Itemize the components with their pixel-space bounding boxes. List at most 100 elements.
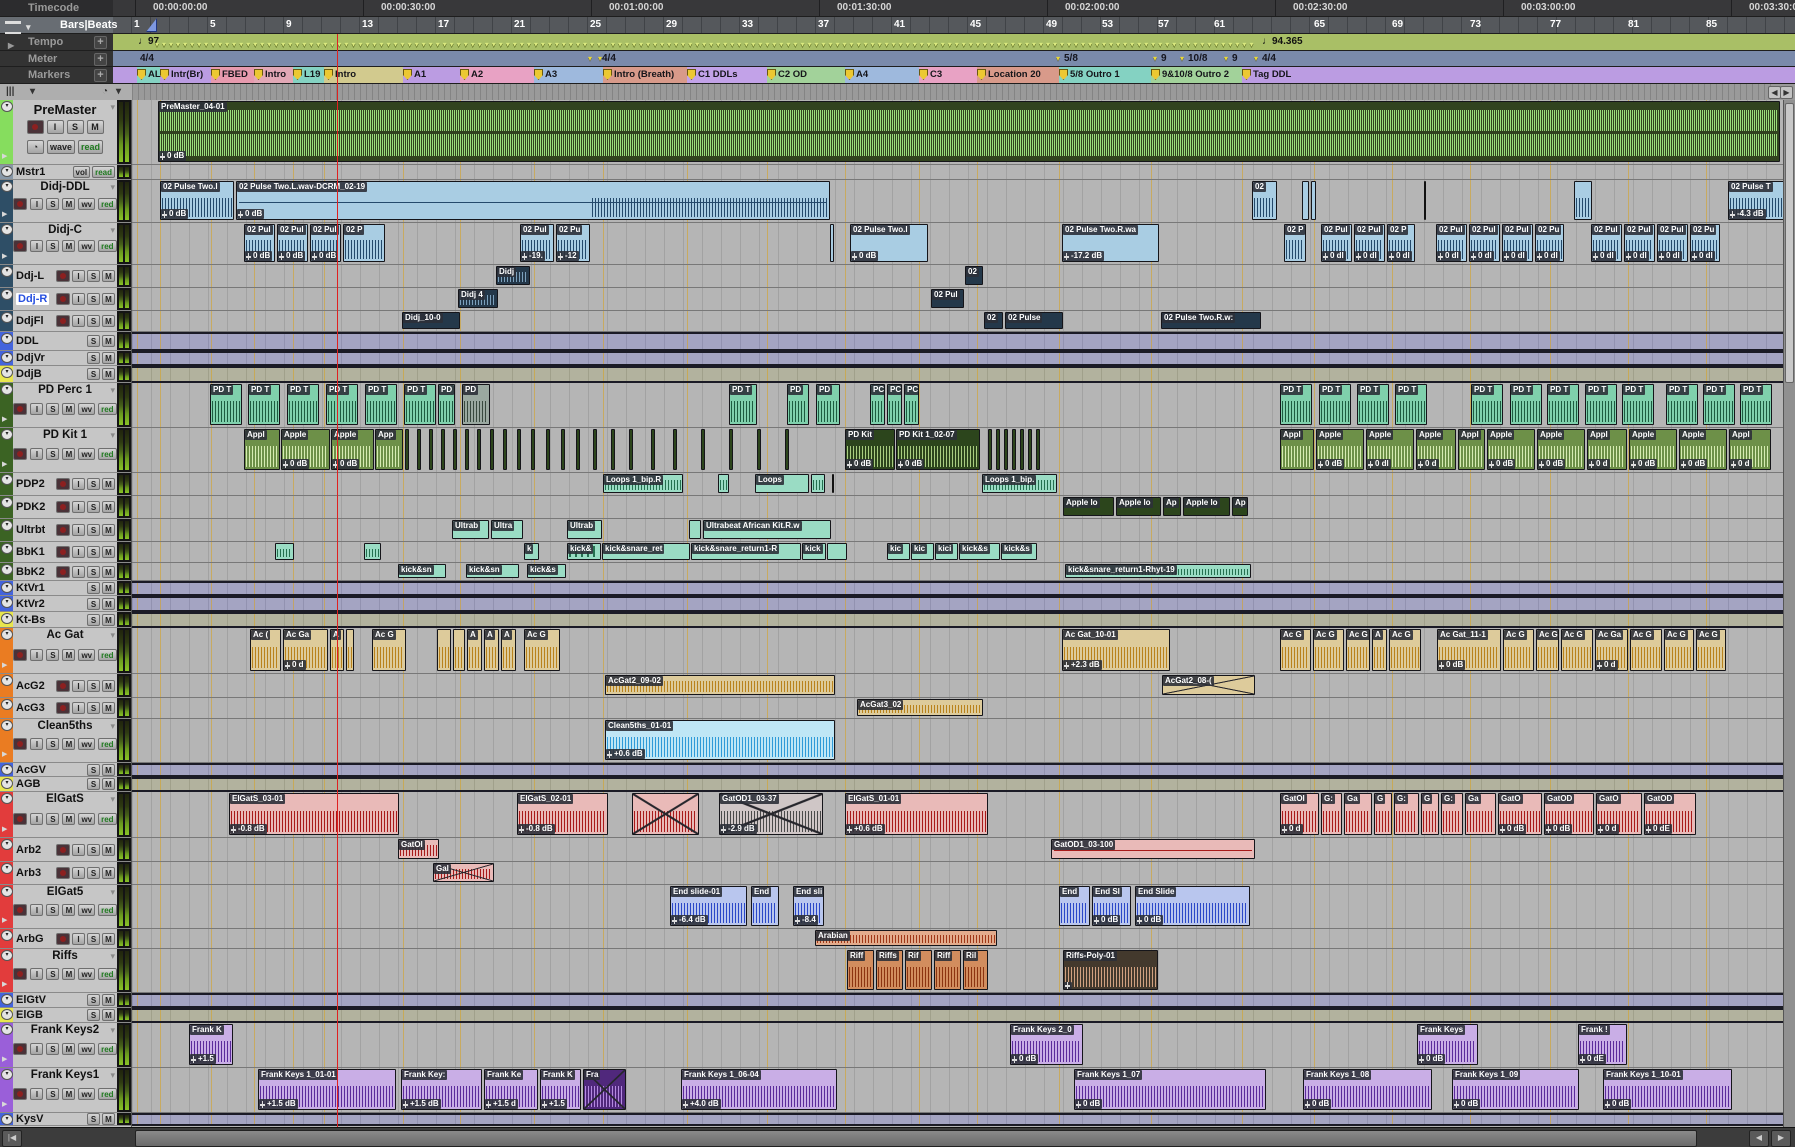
clip-frank-keys[interactable]: Frank Keys0 dB (1417, 1024, 1478, 1065)
solo-button[interactable]: S (87, 680, 100, 692)
clip-apple[interactable]: Apple0 d (1416, 429, 1456, 470)
track-header-ktvr1[interactable]: ▾KtVr1SM (0, 581, 131, 596)
clip-pd-t[interactable]: PD T (729, 384, 757, 425)
record-button[interactable] (56, 546, 70, 558)
waveform-view-button[interactable]: wv (78, 968, 95, 980)
solo-button[interactable]: S (87, 933, 100, 945)
mute-button[interactable]: M (62, 403, 75, 415)
solo-button[interactable]: S (46, 198, 59, 210)
clip-02-pu[interactable]: 02 Pu0 dl (1690, 224, 1720, 262)
track-collapse-icon[interactable]: ▾ (1, 367, 13, 378)
track-header-ddjb[interactable]: ▾DdjBSM (0, 366, 131, 383)
voice-selector-icon[interactable]: ▶ (2, 460, 7, 468)
track-name[interactable]: BbK1 (16, 546, 45, 558)
marker-label[interactable]: C2 OD (778, 69, 807, 80)
clip-pd[interactable]: PD (787, 384, 809, 425)
clip-ac-[interactable]: Ac ( (250, 629, 281, 671)
track-header-frank-keys1[interactable]: ▾▶Frank Keys1▾ISMwvred (0, 1068, 131, 1113)
track-header-bbk2[interactable]: ▾BbK2ISM (0, 563, 131, 581)
clip-elgats-03-01[interactable]: ElGatS_03-01-0.8 dB (229, 793, 399, 835)
automation-read-button[interactable]: read (92, 166, 115, 178)
clip-02-pul[interactable]: 02 Pul0 dB (277, 224, 308, 262)
clip-didj[interactable]: Didj (496, 266, 530, 285)
track-collapse-icon[interactable]: ▾ (1, 429, 13, 440)
record-button[interactable] (13, 968, 27, 980)
clip-pd-t[interactable]: PD T (1622, 384, 1654, 425)
lane-acgv[interactable] (132, 763, 1783, 777)
input-monitor-button[interactable]: I (30, 738, 43, 750)
clip-02-pul[interactable]: 02 Pul0 dl (1657, 224, 1688, 262)
mute-button[interactable]: M (102, 598, 115, 610)
solo-button[interactable]: S (87, 867, 100, 879)
track-name[interactable]: AcG2 (16, 680, 45, 692)
ruler-label-bars-beats[interactable]: ▾ Bars|Beats (0, 17, 113, 34)
mute-button[interactable]: M (102, 315, 115, 327)
input-monitor-button[interactable]: I (30, 904, 43, 916)
waveform-view-button[interactable]: wv (78, 904, 95, 916)
ruler-label-timecode[interactable]: Timecode (0, 0, 113, 17)
clip-02-pul[interactable]: 02 Pul-19. (520, 224, 554, 262)
track-collapse-icon[interactable]: ▾ (1, 675, 13, 686)
clip-sliver[interactable] (673, 429, 677, 470)
clip-sliver[interactable] (453, 629, 465, 671)
solo-button[interactable]: S (87, 844, 100, 856)
clip-k[interactable]: k (524, 543, 539, 560)
track-name[interactable]: Riffs (13, 949, 117, 962)
solo-button[interactable]: S (46, 240, 59, 252)
track-name[interactable]: Didj-C (13, 223, 117, 236)
clip-pd-kit[interactable]: PD Kit0 dB (845, 429, 895, 470)
lane-ddjfl[interactable]: Didj_10-00202 Pulse02 Pulse Two.R.w: (132, 311, 1783, 332)
clip-riffs-poly-01[interactable]: Riffs-Poly-01 (1063, 950, 1158, 990)
clip-02[interactable]: 02 (965, 266, 983, 285)
input-monitor-button[interactable]: I (30, 403, 43, 415)
lane-ktvr1[interactable] (132, 581, 1783, 596)
marker-label[interactable]: L19 (304, 69, 320, 80)
automation-read-button[interactable]: red (98, 968, 116, 980)
clip-pd-t[interactable]: PD T (1510, 384, 1542, 425)
track-header-ddj-r[interactable]: ▾Ddj-RISM (0, 288, 131, 311)
track-collapse-icon[interactable]: ▾ (1, 1009, 13, 1020)
marker-label[interactable]: Intro (265, 69, 286, 80)
clip-kick-snare-ret[interactable]: kick&snare_ret (602, 543, 690, 560)
clip-pd-t[interactable]: PD T (1547, 384, 1579, 425)
clip-pd-t[interactable]: PD T (365, 384, 397, 425)
clip-kick-s[interactable]: kick&s (1001, 543, 1037, 560)
lane-ktvr2[interactable] (132, 596, 1783, 612)
input-monitor-button[interactable]: I (30, 649, 43, 661)
track-name[interactable]: DdjVr (16, 352, 45, 364)
track-collapse-icon[interactable]: ▾ (1, 564, 13, 575)
solo-button[interactable]: S (87, 501, 100, 513)
clip-02-pul[interactable]: 02 Pul0 dl (1436, 224, 1467, 262)
track-header-agb[interactable]: ▾AGBSM (0, 777, 131, 792)
input-monitor-button[interactable]: I (47, 120, 64, 134)
mute-button[interactable]: M (102, 335, 115, 347)
track-header-ddj-l[interactable]: ▾Ddj-LISM (0, 265, 131, 288)
record-button[interactable] (13, 904, 27, 916)
track-header-premaster[interactable]: ▾▶PreMaster▾ISM◔waveread (0, 100, 131, 165)
mute-button[interactable]: M (102, 764, 115, 776)
track-collapse-icon[interactable]: ▾ (1, 166, 13, 177)
track-collapse-icon[interactable]: ▾ (1, 312, 13, 323)
clip-g-[interactable]: G: (1394, 793, 1419, 835)
mute-button[interactable]: M (62, 904, 75, 916)
clip-apple-lo[interactable]: Apple lo (1183, 497, 1230, 516)
clip-sliver[interactable] (689, 520, 701, 539)
lane-elgb[interactable] (132, 1008, 1783, 1023)
clip-sliver[interactable] (576, 429, 580, 470)
lane-frank-keys2[interactable]: Frank K+1.5Frank Keys 2_00 dBFrank Keys0… (132, 1023, 1783, 1068)
timecode-ruler[interactable]: 00:00:00:0000:00:30:0000:01:00:0000:01:3… (113, 0, 1795, 17)
clip-elgats-01-01[interactable]: ElGatS_01-01+0.6 dB (845, 793, 988, 835)
waveform-view-button[interactable]: wv (78, 738, 95, 750)
ruler-label-tempo[interactable]: ▶ Tempo + (0, 34, 113, 51)
clip-sliver[interactable] (546, 429, 550, 470)
clip-sliver[interactable] (437, 629, 451, 671)
track-collapse-icon[interactable]: ▾ (1, 839, 13, 850)
track-name-menu-icon[interactable]: ▾ (110, 102, 115, 113)
clip-ac-g[interactable]: Ac G (1389, 629, 1421, 671)
chevron-down-icon[interactable]: ▾ (30, 86, 35, 97)
waveform-view-button[interactable]: wv (78, 198, 95, 210)
record-button[interactable] (56, 566, 70, 578)
marker-label[interactable]: 9&10/8 Outro 2 (1162, 69, 1229, 80)
expander-icon[interactable]: ▶ (8, 38, 14, 51)
clip-ac-ga[interactable]: Ac Ga0 d (283, 629, 328, 671)
